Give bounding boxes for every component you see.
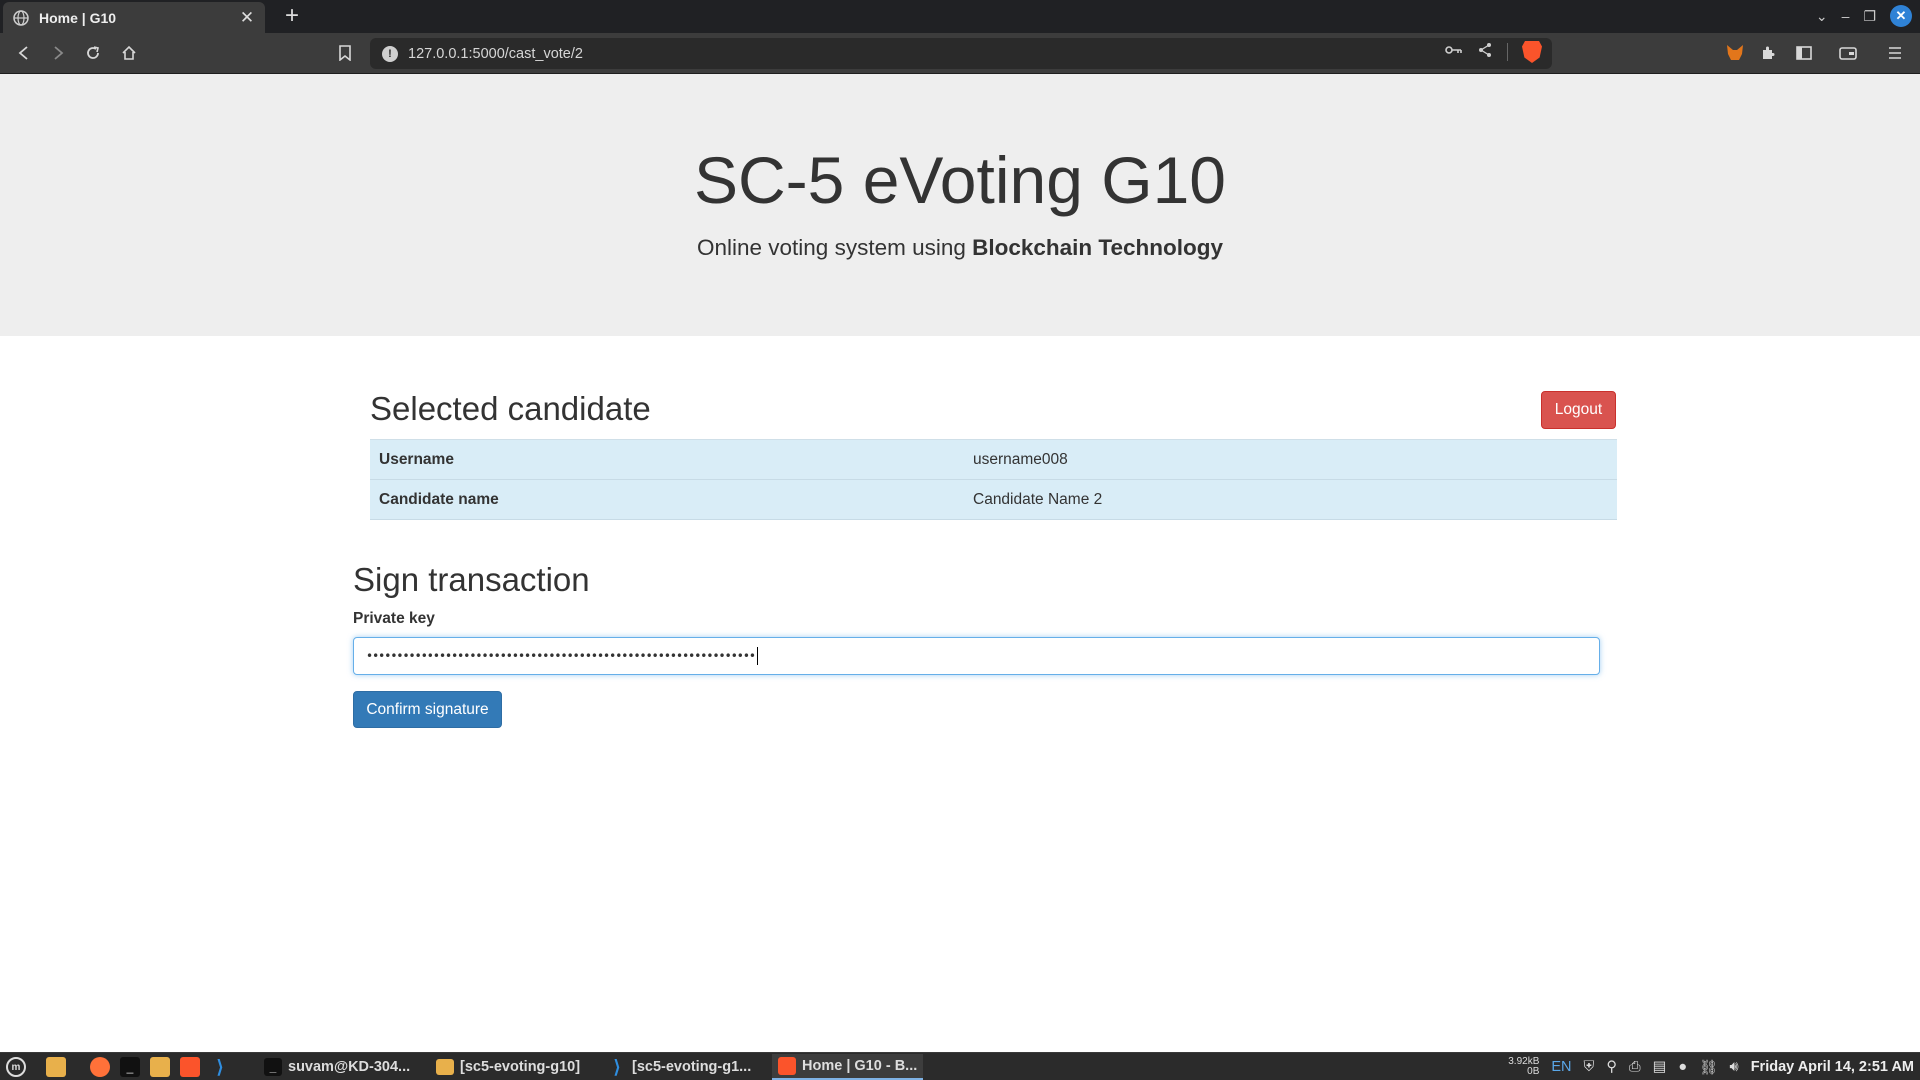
- private-key-masked-value: ••••••••••••••••••••••••••••••••••••••••…: [366, 649, 756, 663]
- tab-title: Home | G10: [39, 9, 117, 26]
- row-key: Username: [379, 450, 454, 468]
- window-label: [sc5-evoting-g1...: [632, 1059, 752, 1075]
- launcher-files[interactable]: [46, 1056, 66, 1078]
- browser-toolbar: ! 127.0.0.1:5000/cast_vote/2: [0, 33, 1920, 74]
- printer-icon[interactable]: ⎙: [1629, 1059, 1641, 1075]
- private-key-label: Private key: [353, 610, 435, 627]
- folder-icon: [150, 1057, 170, 1077]
- window-label: [sc5-evoting-g10]: [460, 1059, 581, 1075]
- minimize-icon[interactable]: –: [1842, 8, 1850, 24]
- clipboard-icon[interactable]: ▤: [1653, 1059, 1667, 1075]
- vscode-icon: ⟩: [216, 1056, 224, 1077]
- volume-icon[interactable]: 🔊︎: [1730, 1059, 1739, 1075]
- table-row: Candidate name Candidate Name 2: [370, 480, 1617, 520]
- mint-menu-icon: m: [6, 1057, 26, 1077]
- subtitle-prefix: Online voting system using: [696, 235, 973, 260]
- key-icon[interactable]: [1445, 44, 1463, 60]
- selected-candidate-heading: Selected candidate: [370, 390, 651, 427]
- keyboard-layout[interactable]: EN: [1551, 1059, 1571, 1075]
- metamask-fox-icon[interactable]: [1723, 41, 1747, 65]
- share-icon[interactable]: [1477, 42, 1493, 62]
- brave-icon: [180, 1057, 200, 1077]
- launcher-folder[interactable]: [150, 1056, 170, 1078]
- page-title: SC-5 eVoting G10: [694, 143, 1226, 217]
- sidebar-icon[interactable]: [1792, 41, 1816, 65]
- new-tab-button[interactable]: +: [280, 2, 304, 29]
- tab-search-icon[interactable]: ⌄: [1816, 8, 1828, 25]
- start-menu-button[interactable]: m: [6, 1056, 26, 1078]
- subtitle-bold: Blockchain Technology: [972, 235, 1223, 260]
- reload-icon[interactable]: [81, 41, 105, 65]
- window-label: Home | G10 - B...: [802, 1058, 918, 1074]
- globe-icon: [13, 9, 29, 26]
- user-icon[interactable]: ●: [1678, 1059, 1687, 1075]
- jumbotron: SC-5 eVoting G10 Online voting system us…: [0, 74, 1920, 336]
- close-icon[interactable]: ✕: [239, 8, 255, 27]
- url-text: 127.0.0.1:5000/cast_vote/2: [408, 45, 583, 62]
- browser-tab[interactable]: Home | G10 ✕: [3, 2, 265, 33]
- clock[interactable]: Friday April 14, 2:51 AM: [1751, 1059, 1914, 1075]
- brave-icon: [778, 1057, 796, 1075]
- shield-icon[interactable]: ⛨: [1584, 1059, 1595, 1075]
- launcher-firefox[interactable]: [90, 1056, 110, 1078]
- logout-button[interactable]: Logout: [1541, 391, 1616, 429]
- browser-tabstrip: Home | G10 ✕ + ⌄ – ❐ ✕: [0, 0, 1920, 33]
- home-icon[interactable]: [117, 41, 141, 65]
- window-label: suvam@KD-304...: [288, 1059, 411, 1075]
- row-key: Candidate name: [379, 490, 499, 508]
- system-tray: 3.92kB 0B EN ⛨ ⚲ ⎙ ▤ ● ⛓ 🔊︎ Friday April…: [1508, 1055, 1914, 1079]
- address-bar[interactable]: ! 127.0.0.1:5000/cast_vote/2: [370, 38, 1552, 69]
- taskbar-window-vscode[interactable]: ⟩ [sc5-evoting-g1...: [602, 1054, 757, 1080]
- wallet-icon[interactable]: [1836, 41, 1860, 65]
- menu-icon[interactable]: [1883, 41, 1907, 65]
- launcher-terminal[interactable]: _: [120, 1056, 140, 1078]
- taskbar-window-brave[interactable]: Home | G10 - B...: [772, 1054, 924, 1080]
- private-key-input[interactable]: ••••••••••••••••••••••••••••••••••••••••…: [353, 637, 1600, 675]
- page-subtitle: Online voting system using Blockchain Te…: [0, 235, 1920, 261]
- table-row: Username username008: [370, 440, 1617, 480]
- launcher-brave[interactable]: [180, 1056, 200, 1078]
- firefox-icon: [90, 1057, 110, 1077]
- confirm-signature-button[interactable]: Confirm signature: [353, 691, 502, 728]
- candidate-table: Username username008 Candidate name Cand…: [370, 439, 1617, 520]
- window-close-icon[interactable]: ✕: [1890, 5, 1912, 27]
- brave-shields-icon[interactable]: [1522, 41, 1542, 63]
- folder-icon: [436, 1059, 454, 1075]
- back-icon[interactable]: [12, 41, 36, 65]
- terminal-icon: _: [264, 1058, 282, 1076]
- files-icon: [46, 1057, 66, 1077]
- extensions-icon[interactable]: [1756, 41, 1780, 65]
- launcher-vscode[interactable]: ⟩: [210, 1056, 230, 1078]
- terminal-icon: _: [120, 1057, 140, 1077]
- location-icon[interactable]: ⚲: [1606, 1059, 1617, 1075]
- vscode-icon: ⟩: [613, 1056, 621, 1077]
- text-caret: [757, 647, 758, 665]
- taskbar-window-terminal[interactable]: _ suvam@KD-304...: [258, 1054, 416, 1080]
- sign-transaction-heading: Sign transaction: [353, 561, 590, 598]
- row-value: Candidate Name 2: [973, 490, 1103, 508]
- forward-icon[interactable]: [46, 41, 70, 65]
- taskbar-window-folder[interactable]: [sc5-evoting-g10]: [430, 1054, 586, 1080]
- site-info-icon[interactable]: !: [382, 45, 398, 62]
- bookmark-icon[interactable]: [333, 41, 357, 65]
- network-icon[interactable]: ⛓: [1699, 1059, 1717, 1076]
- network-monitor[interactable]: 3.92kB 0B: [1508, 1057, 1539, 1077]
- os-taskbar: m _ ⟩ _ suvam@KD-304... [sc5-evoting-g10…: [0, 1052, 1920, 1080]
- window-controls: ⌄ – ❐ ✕: [1816, 4, 1912, 28]
- maximize-icon[interactable]: ❐: [1863, 8, 1876, 25]
- divider: [1507, 43, 1508, 61]
- address-bar-actions: [1445, 41, 1542, 63]
- net-down: 0B: [1527, 1066, 1540, 1077]
- row-value: username008: [973, 450, 1068, 468]
